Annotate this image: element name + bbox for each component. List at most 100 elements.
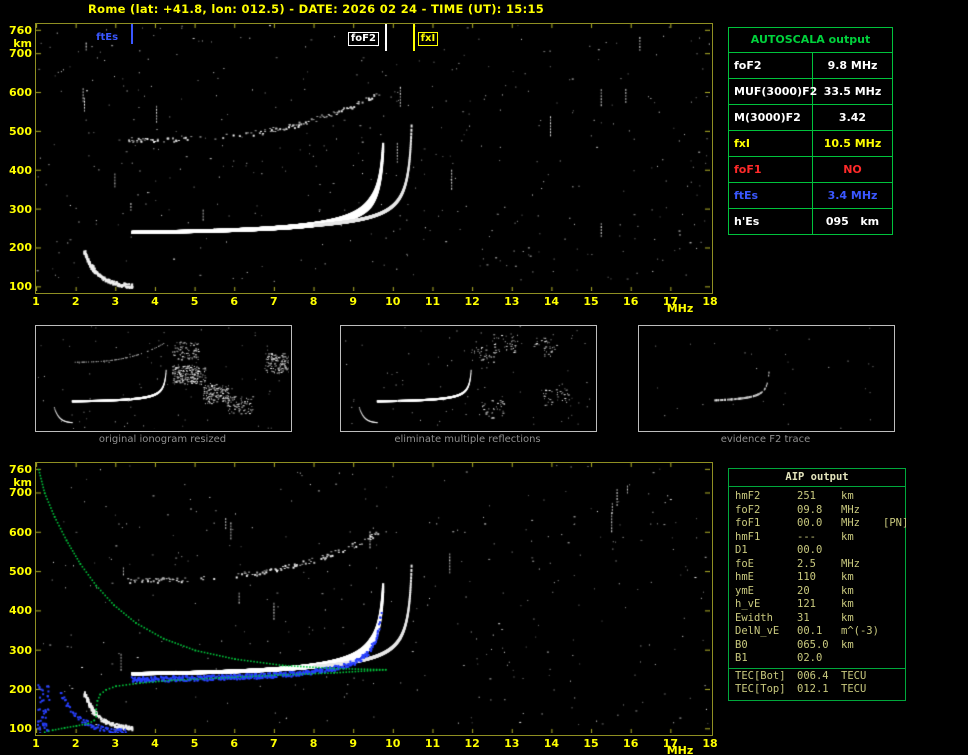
x-tick-label: 15 xyxy=(583,295,599,308)
x-tick-label: 2 xyxy=(71,737,80,750)
autoscala-row-value: 095 km xyxy=(825,215,880,228)
autoscala-row-fxI: fxI 10.5 MHz xyxy=(729,131,892,157)
y-tick-label: 100 xyxy=(9,280,32,294)
x-tick-label: 4 xyxy=(151,737,159,750)
aip-row-label: DelN_vE xyxy=(735,625,780,637)
aip-row-D1: D1 00.0 xyxy=(729,544,905,558)
aip-row-note xyxy=(883,585,905,599)
aip-row-Ewidth: Ewidth 31 km xyxy=(729,612,905,626)
autoscala-row-value: 3.42 xyxy=(838,111,867,124)
aip-row-hmF1: hmF1 --- km xyxy=(729,531,905,545)
aip-tec-row-TEC[Top]: TEC[Top] 012.1 TECU xyxy=(729,683,905,697)
x-axis-unit-label: MHz xyxy=(666,744,694,755)
aip-row-value: 065.0 xyxy=(797,638,829,651)
aip-row-foF2: foF2 09.8 MHz xyxy=(729,504,905,518)
ionogram-canvas-bottom xyxy=(36,463,710,733)
aip-row-label: hmF1 xyxy=(735,530,761,543)
aip-row-unit: km xyxy=(841,638,854,651)
aip-row-note xyxy=(883,544,905,558)
aip-row-value: 00.0 xyxy=(797,517,823,529)
aip-output-panel: AIP output hmF2 251 km foF2 09.8 MHz foF1 00.0 M… xyxy=(728,468,909,701)
thumbnail-evidence-f2 xyxy=(638,325,895,432)
x-tick-label: 7 xyxy=(270,295,278,308)
aip-row-note: [PN] xyxy=(883,517,909,529)
aip-tec-unit: TECU xyxy=(841,683,867,695)
aip-row-note xyxy=(883,571,905,585)
autoscala-row-value: 3.4 MHz xyxy=(827,189,878,202)
autoscala-row-value: 9.8 MHz xyxy=(827,59,878,72)
aip-tec-label: TEC[Bot] xyxy=(735,669,786,682)
x-tick-label: 1 xyxy=(32,295,40,308)
aip-row-note xyxy=(883,558,905,572)
aip-row-note xyxy=(883,652,905,666)
aip-tec-value: 006.4 xyxy=(797,669,829,682)
x-tick-label: 12 xyxy=(464,737,480,750)
aip-row-unit: MHz xyxy=(841,557,860,570)
aip-row-ymE: ymE 20 km xyxy=(729,585,905,599)
x-tick-label: 16 xyxy=(623,737,639,750)
aip-row-unit: km xyxy=(841,611,854,624)
ionogram-plot-top: ftEs foF2 fxI xyxy=(35,23,713,294)
aip-row-hmF2: hmF2 251 km xyxy=(729,490,905,504)
y-tick-label: 100 xyxy=(9,722,32,736)
aip-row-unit: MHz xyxy=(841,517,860,529)
aip-row-note xyxy=(883,531,905,545)
y-tick-label: 300 xyxy=(9,643,32,657)
ionogram-canvas-top xyxy=(36,24,710,291)
thumbnail-canvas-evidence xyxy=(639,326,892,429)
x-tick-label: 16 xyxy=(623,295,639,308)
x-tick-label: 5 xyxy=(190,295,199,308)
aip-row-foE: foE 2.5 MHz xyxy=(729,558,905,572)
y-tick-label: 600 xyxy=(9,86,32,99)
y-tick-label: 600 xyxy=(9,525,32,539)
aip-row-value: 121 xyxy=(797,598,816,610)
x-tick-label: 10 xyxy=(385,295,401,308)
x-tick-label: 11 xyxy=(424,737,441,750)
y-tick-label: 200 xyxy=(9,241,32,255)
x-tick-label: 15 xyxy=(583,737,599,750)
y-tick-label: 500 xyxy=(9,124,32,138)
aip-row-B0: B0 065.0 km xyxy=(729,639,905,653)
autoscala-row-foF1: foF1 NO xyxy=(729,157,892,183)
aip-row-unit: km xyxy=(841,490,854,502)
autoscala-rows: foF2 9.8 MHz MUF(3000)F2 33.5 MHz M(3000)F2 3… xyxy=(729,53,892,234)
x-tick-label: 6 xyxy=(230,295,239,308)
x-tick-label: 7 xyxy=(270,737,278,750)
aip-row-label: h_vE xyxy=(735,598,761,610)
y-tick-label: 200 xyxy=(9,682,32,696)
x-tick-label: 18 xyxy=(702,295,718,308)
aip-row-label: D1 xyxy=(735,544,748,556)
y-tick-label: 760 xyxy=(9,23,32,37)
aip-tec-rows: TEC[Bot] 006.4 TECU TEC[Top] 012.1 TECU xyxy=(729,670,905,697)
aip-row-value: 31 xyxy=(797,611,810,624)
thumb-caption-evidence: evidence F2 trace xyxy=(720,434,811,445)
thumbnail-original-ionogram xyxy=(35,325,292,432)
x-tick-label: 8 xyxy=(309,737,318,750)
aip-row-label: hmF2 xyxy=(735,490,761,502)
autoscala-row-value: NO xyxy=(843,163,862,176)
aip-row-foF1: foF1 00.0 MHz [PN] xyxy=(729,517,909,531)
aip-row-value: 00.1 xyxy=(797,625,823,637)
aip-tec-value: 012.1 xyxy=(797,683,829,695)
autoscala-row-value: 33.5 MHz xyxy=(823,85,882,98)
y-tick-label: 500 xyxy=(9,565,32,579)
aip-row-hmE: hmE 110 km xyxy=(729,571,905,585)
autoscala-row-label: foF2 xyxy=(729,53,813,78)
y-tick-label: 300 xyxy=(9,202,32,216)
autoscala-row-foF2: foF2 9.8 MHz xyxy=(729,53,892,79)
x-tick-label: 3 xyxy=(111,737,120,750)
aip-row-value: 20 xyxy=(797,584,810,597)
aip-row-value: 2.5 xyxy=(797,557,816,570)
autoscala-row-label: MUF(3000)F2 xyxy=(729,79,817,104)
aip-row-note xyxy=(883,612,905,626)
marker-line-ftEs xyxy=(131,24,134,44)
aip-row-label: hmE xyxy=(735,571,754,583)
autoscala-row-value: 10.5 MHz xyxy=(823,137,882,150)
autoscala-row-label: h'Es xyxy=(729,209,813,234)
thumbnail-canvas-eliminate xyxy=(341,326,594,429)
aip-tec-unit: TECU xyxy=(841,669,867,682)
y-tick-label: 760 xyxy=(9,462,32,476)
autoscala-row-label: M(3000)F2 xyxy=(729,105,813,130)
aip-rows: hmF2 251 km foF2 09.8 MHz foF1 00.0 MHz [PN] hmF1 -… xyxy=(729,487,909,666)
aip-row-unit xyxy=(841,652,883,666)
